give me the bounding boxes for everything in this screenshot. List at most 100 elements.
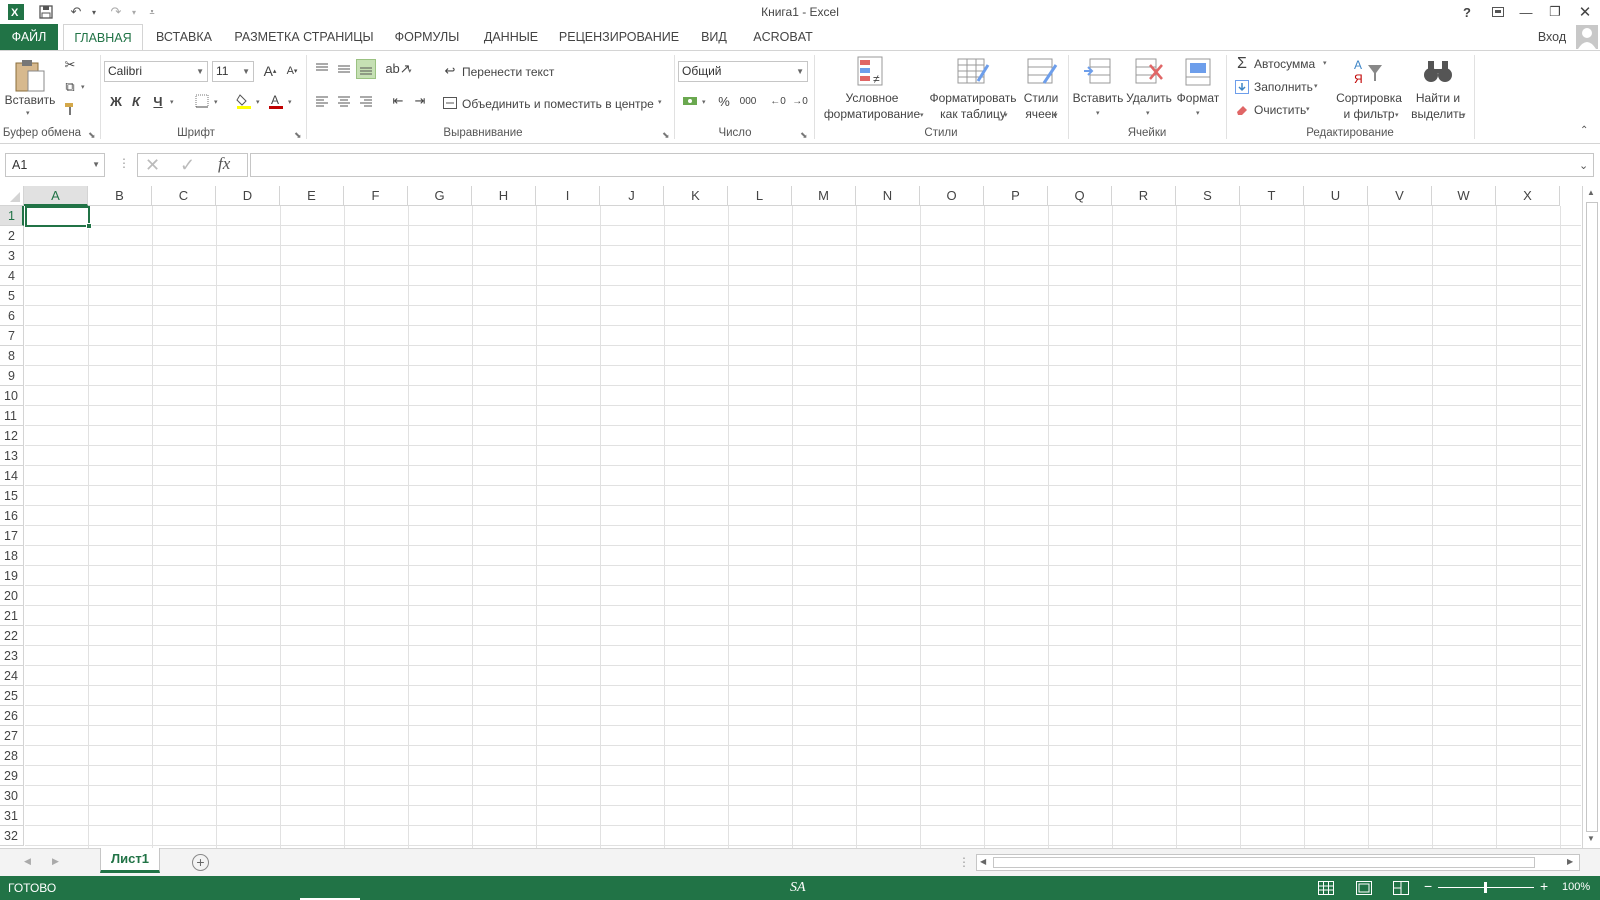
normal-view-icon[interactable] (1318, 881, 1334, 898)
format-painter-icon[interactable] (60, 99, 80, 119)
scroll-left-icon[interactable]: ◀ (980, 857, 986, 866)
orientation-icon[interactable]: ab↗ (385, 59, 410, 79)
percent-button[interactable]: % (714, 91, 734, 111)
autosum-dropdown-icon[interactable]: ▾ (1323, 59, 1327, 67)
bold-button[interactable]: Ж (106, 91, 126, 111)
cell-styles-icon[interactable] (1026, 55, 1058, 89)
row-header-17[interactable]: 17 (0, 526, 24, 546)
formula-input[interactable] (250, 153, 1594, 177)
conditional-formatting-icon[interactable]: ≠ (856, 55, 888, 89)
grow-font-icon[interactable]: A ▴ (260, 61, 280, 81)
font-color-icon[interactable]: A (266, 91, 286, 111)
alignment-launcher-icon[interactable]: ⬊ (662, 130, 670, 141)
cell-styles-dropdown-icon[interactable]: ▾ (1054, 111, 1058, 119)
copy-dropdown-icon[interactable]: ▾ (81, 83, 85, 91)
ribbon-display-options-icon[interactable] (1485, 2, 1511, 22)
column-header-u[interactable]: U (1304, 186, 1368, 206)
row-header-18[interactable]: 18 (0, 546, 24, 566)
format-table-dropdown-icon[interactable]: ▾ (1004, 111, 1008, 119)
autosum-button[interactable]: Автосумма (1254, 57, 1315, 71)
zoom-slider-thumb[interactable] (1484, 882, 1487, 893)
format-cells-button[interactable]: Формат (1174, 91, 1222, 106)
horizontal-scroll-thumb[interactable] (993, 857, 1535, 868)
wrap-text-icon[interactable]: ↩ (440, 61, 460, 81)
number-launcher-icon[interactable]: ⬊ (800, 130, 808, 141)
align-right-icon[interactable] (356, 91, 376, 111)
column-header-n[interactable]: N (856, 186, 920, 206)
row-header-25[interactable]: 25 (0, 686, 24, 706)
underline-dropdown-icon[interactable]: ▾ (170, 98, 174, 106)
find-select-label-2[interactable]: выделить (1410, 107, 1466, 122)
collapse-ribbon-icon[interactable]: ⌃ (1580, 125, 1588, 136)
select-all-corner[interactable] (0, 186, 24, 206)
column-header-m[interactable]: M (792, 186, 856, 206)
format-cells-icon[interactable] (1182, 55, 1214, 89)
insert-cells-icon[interactable] (1082, 55, 1114, 89)
row-header-5[interactable]: 5 (0, 286, 24, 306)
row-header-19[interactable]: 19 (0, 566, 24, 586)
column-header-o[interactable]: O (920, 186, 984, 206)
conditional-formatting-label-1[interactable]: Условное (818, 91, 926, 106)
fill-color-icon[interactable] (234, 91, 254, 111)
tab-data[interactable]: ДАННЫЕ (478, 24, 544, 50)
row-header-21[interactable]: 21 (0, 606, 24, 626)
expand-formula-bar-icon[interactable]: ⌄ (1579, 159, 1588, 172)
tab-split-grip-icon[interactable]: ⋮ (958, 855, 970, 869)
row-header-26[interactable]: 26 (0, 706, 24, 726)
sort-filter-label-1[interactable]: Сортировка (1330, 91, 1408, 106)
column-header-r[interactable]: R (1112, 186, 1176, 206)
scroll-down-icon[interactable]: ▼ (1587, 834, 1595, 843)
cells-area[interactable] (25, 206, 1581, 848)
clear-dropdown-icon[interactable]: ▾ (1306, 105, 1310, 113)
delete-cells-button[interactable]: Удалить (1124, 91, 1174, 106)
paste-dropdown-icon[interactable]: ▾ (26, 109, 30, 117)
add-sheet-icon[interactable]: + (192, 854, 209, 871)
fill-dropdown-icon[interactable]: ▾ (1314, 82, 1318, 90)
conditional-dropdown-icon[interactable]: ▾ (920, 111, 924, 119)
row-header-29[interactable]: 29 (0, 766, 24, 786)
clipboard-launcher-icon[interactable]: ⬊ (88, 130, 96, 141)
column-header-v[interactable]: V (1368, 186, 1432, 206)
insert-cells-dropdown-icon[interactable]: ▾ (1096, 109, 1100, 117)
tab-home[interactable]: ГЛАВНАЯ (63, 24, 143, 51)
row-header-9[interactable]: 9 (0, 366, 24, 386)
page-layout-view-icon[interactable] (1356, 881, 1372, 898)
column-header-d[interactable]: D (216, 186, 280, 206)
cancel-icon[interactable]: ✕ (145, 155, 160, 176)
tab-acrobat[interactable]: ACROBAT (748, 24, 818, 50)
row-header-10[interactable]: 10 (0, 386, 24, 406)
scroll-right-icon[interactable]: ▶ (1567, 857, 1573, 866)
sort-filter-dropdown-icon[interactable]: ▾ (1395, 111, 1399, 119)
column-header-b[interactable]: B (88, 186, 152, 206)
row-header-22[interactable]: 22 (0, 626, 24, 646)
font-launcher-icon[interactable]: ⬊ (294, 130, 302, 141)
orientation-dropdown-icon[interactable]: ▾ (408, 67, 412, 75)
scroll-sheets-right-icon[interactable]: ▶ (52, 856, 59, 867)
currency-icon[interactable] (680, 91, 700, 111)
column-header-j[interactable]: J (600, 186, 664, 206)
zoom-level[interactable]: 100% (1562, 881, 1590, 893)
wrap-text-button[interactable]: Перенести текст (462, 65, 554, 79)
align-top-icon[interactable] (312, 59, 332, 79)
merge-dropdown-icon[interactable]: ▾ (658, 98, 662, 106)
page-break-view-icon[interactable] (1393, 881, 1409, 898)
enter-icon[interactable]: ✓ (180, 155, 195, 176)
row-header-31[interactable]: 31 (0, 806, 24, 826)
align-center-icon[interactable] (334, 91, 354, 111)
signin-link[interactable]: Вход (1532, 24, 1572, 50)
row-header-15[interactable]: 15 (0, 486, 24, 506)
row-header-27[interactable]: 27 (0, 726, 24, 746)
font-size-combo[interactable]: 11 ▼ (212, 61, 254, 82)
autosum-icon[interactable]: Σ (1232, 54, 1252, 74)
column-header-k[interactable]: K (664, 186, 728, 206)
delete-cells-icon[interactable] (1134, 55, 1166, 89)
tab-file[interactable]: ФАЙЛ (0, 24, 58, 50)
thousands-button[interactable]: 000 (735, 91, 761, 111)
row-header-16[interactable]: 16 (0, 506, 24, 526)
format-as-table-label-1[interactable]: Форматировать (926, 91, 1020, 106)
row-header-12[interactable]: 12 (0, 426, 24, 446)
merge-center-button[interactable]: Объединить и поместить в центре (462, 97, 654, 111)
shrink-font-icon[interactable]: A ▾ (282, 61, 302, 81)
borders-dropdown-icon[interactable]: ▾ (214, 98, 218, 106)
row-header-8[interactable]: 8 (0, 346, 24, 366)
